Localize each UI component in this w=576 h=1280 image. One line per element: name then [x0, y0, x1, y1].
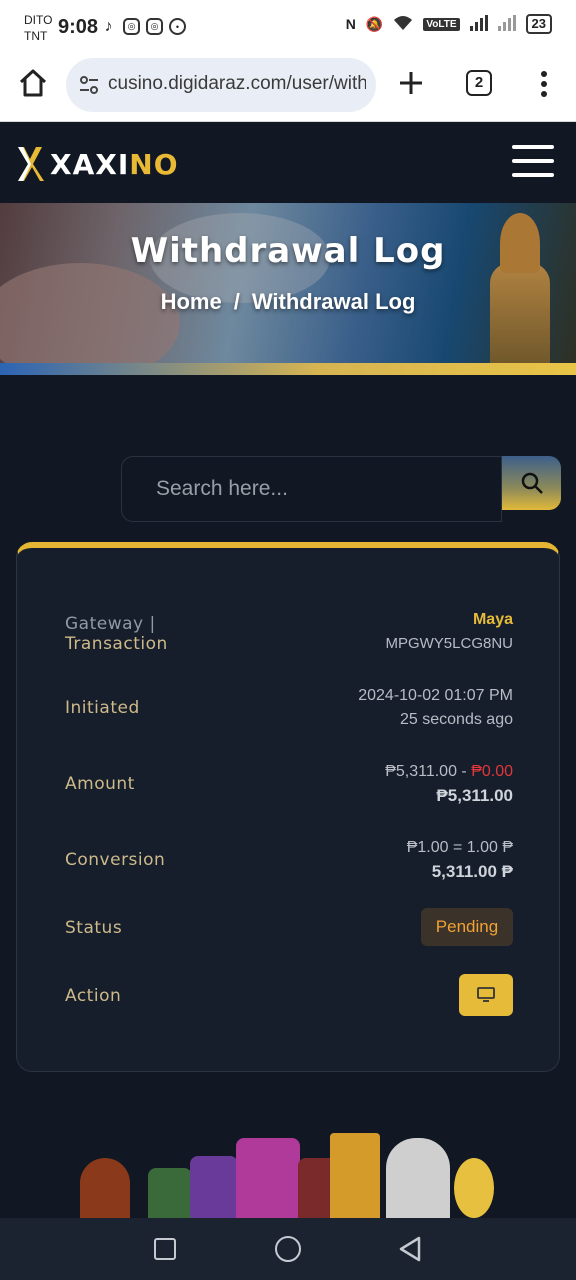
hero-stripe — [0, 363, 576, 375]
initiated-date: 2024-10-02 01:07 PM — [358, 687, 513, 704]
site-header: XAXINO — [0, 123, 576, 203]
logo-text-white: XAXI — [50, 147, 130, 181]
row-conversion: Conversion ₱1.00 = 1.00 ₱ 5,311.00 ₱ — [65, 836, 513, 886]
row-initiated: Initiated 2024-10-02 01:07 PM 25 seconds… — [65, 684, 513, 734]
notification-icons: ♪ ◎ ◎ • — [100, 18, 186, 35]
hero-banner: Withdrawal Log Home / Withdrawal Log — [0, 203, 576, 363]
monitor-icon — [477, 987, 495, 1002]
amount-value: ₱5,311.00 - ₱0.00 ₱5,311.00 — [385, 760, 513, 808]
instagram-icon-2: ◎ — [146, 18, 163, 35]
search-form — [121, 456, 561, 522]
kebab-menu-icon[interactable] — [540, 70, 548, 98]
logo-text-gold: NO — [129, 147, 179, 181]
logo-mark-icon — [18, 147, 44, 181]
conversion-rate: ₱1.00 = 1.00 ₱ — [406, 839, 513, 856]
mute-icon: 🔕 — [365, 15, 384, 32]
site-logo[interactable]: XAXINO — [16, 145, 179, 183]
initiated-ago: 25 seconds ago — [400, 711, 513, 728]
games-banner — [70, 1128, 510, 1218]
carrier-line-1: DITO — [24, 13, 53, 27]
browser-toolbar: cusino.digidaraz.com/user/with 2 — [0, 56, 576, 122]
gateway-label-line-1: Gateway | — [65, 614, 156, 634]
gateway-label-line-2: Transaction — [65, 634, 168, 654]
amount-label: Amount — [65, 774, 135, 794]
status-time: 9:08 — [58, 16, 99, 38]
conversion-label: Conversion — [65, 850, 166, 870]
breadcrumb-current: Withdrawal Log — [251, 289, 416, 314]
row-status: Status Pending — [65, 908, 513, 948]
amount-charge: ₱0.00 — [471, 763, 513, 780]
details-button[interactable] — [459, 974, 513, 1016]
breadcrumb-home[interactable]: Home — [161, 289, 222, 314]
row-amount: Amount ₱5,311.00 - ₱0.00 ₱5,311.00 — [65, 760, 513, 810]
url-text[interactable]: cusino.digidaraz.com/user/with — [108, 73, 366, 95]
transaction-id: MPGWY5LCG8NU — [385, 635, 513, 652]
initiated-label: Initiated — [65, 698, 140, 718]
nfc-icon: N — [345, 16, 356, 32]
conversion-value: ₱1.00 = 1.00 ₱ 5,311.00 ₱ — [407, 836, 513, 884]
battery-indicator: 23 — [525, 14, 552, 34]
app-notification-icon: • — [169, 18, 186, 35]
signal-icon-2 — [497, 14, 516, 34]
status-badge: Pending — [421, 908, 513, 946]
signal-icon — [469, 14, 488, 34]
site-settings-icon[interactable] — [78, 74, 100, 96]
breadcrumb: Home / Withdrawal Log — [0, 289, 576, 315]
status-bar: DITO TNT 9:08 ♪ ◎ ◎ • N 🔕 VoLTE 23 — [0, 0, 576, 56]
breadcrumb-separator: / — [233, 289, 240, 314]
search-icon — [521, 472, 543, 494]
recents-button[interactable] — [154, 1238, 176, 1260]
conversion-total: 5,311.00 ₱ — [431, 862, 513, 881]
search-input[interactable] — [121, 456, 502, 522]
home-nav-button[interactable] — [275, 1236, 301, 1262]
amount-total: ₱5,311.00 — [436, 786, 513, 805]
page-title: Withdrawal Log — [130, 231, 446, 271]
search-button[interactable] — [502, 456, 561, 510]
instagram-icon: ◎ — [123, 18, 140, 35]
status-label: Status — [65, 918, 123, 938]
back-button[interactable] — [398, 1236, 422, 1262]
address-bar[interactable]: cusino.digidaraz.com/user/with — [66, 58, 376, 112]
gateway-value: Maya MPGWY5LCG8NU — [385, 608, 513, 656]
action-label: Action — [65, 986, 122, 1006]
carrier-label: DITO TNT — [24, 12, 52, 44]
tab-switcher-button[interactable]: 2 — [466, 70, 492, 96]
system-icons: N 🔕 VoLTE 23 — [346, 14, 552, 34]
wifi-icon — [393, 15, 413, 34]
row-action: Action — [65, 974, 513, 1018]
withdrawal-card: Gateway | Transaction Maya MPGWY5LCG8NU … — [16, 542, 560, 1072]
android-nav-bar — [0, 1218, 576, 1280]
plus-icon[interactable] — [396, 68, 426, 98]
volte-badge: VoLTE — [423, 17, 460, 31]
gateway-name: Maya — [472, 611, 513, 628]
amount-dash: - — [456, 763, 472, 780]
tiktok-icon: ♪ — [104, 17, 113, 35]
initiated-value: 2024-10-02 01:07 PM 25 seconds ago — [358, 684, 513, 732]
row-gateway: Gateway | Transaction Maya MPGWY5LCG8NU — [65, 608, 513, 658]
carrier-line-2: TNT — [24, 29, 48, 43]
amount-base: ₱5,311.00 — [385, 763, 457, 780]
hamburger-icon[interactable] — [512, 145, 554, 179]
home-icon[interactable] — [16, 66, 50, 100]
gateway-label: Gateway | Transaction — [65, 614, 168, 654]
